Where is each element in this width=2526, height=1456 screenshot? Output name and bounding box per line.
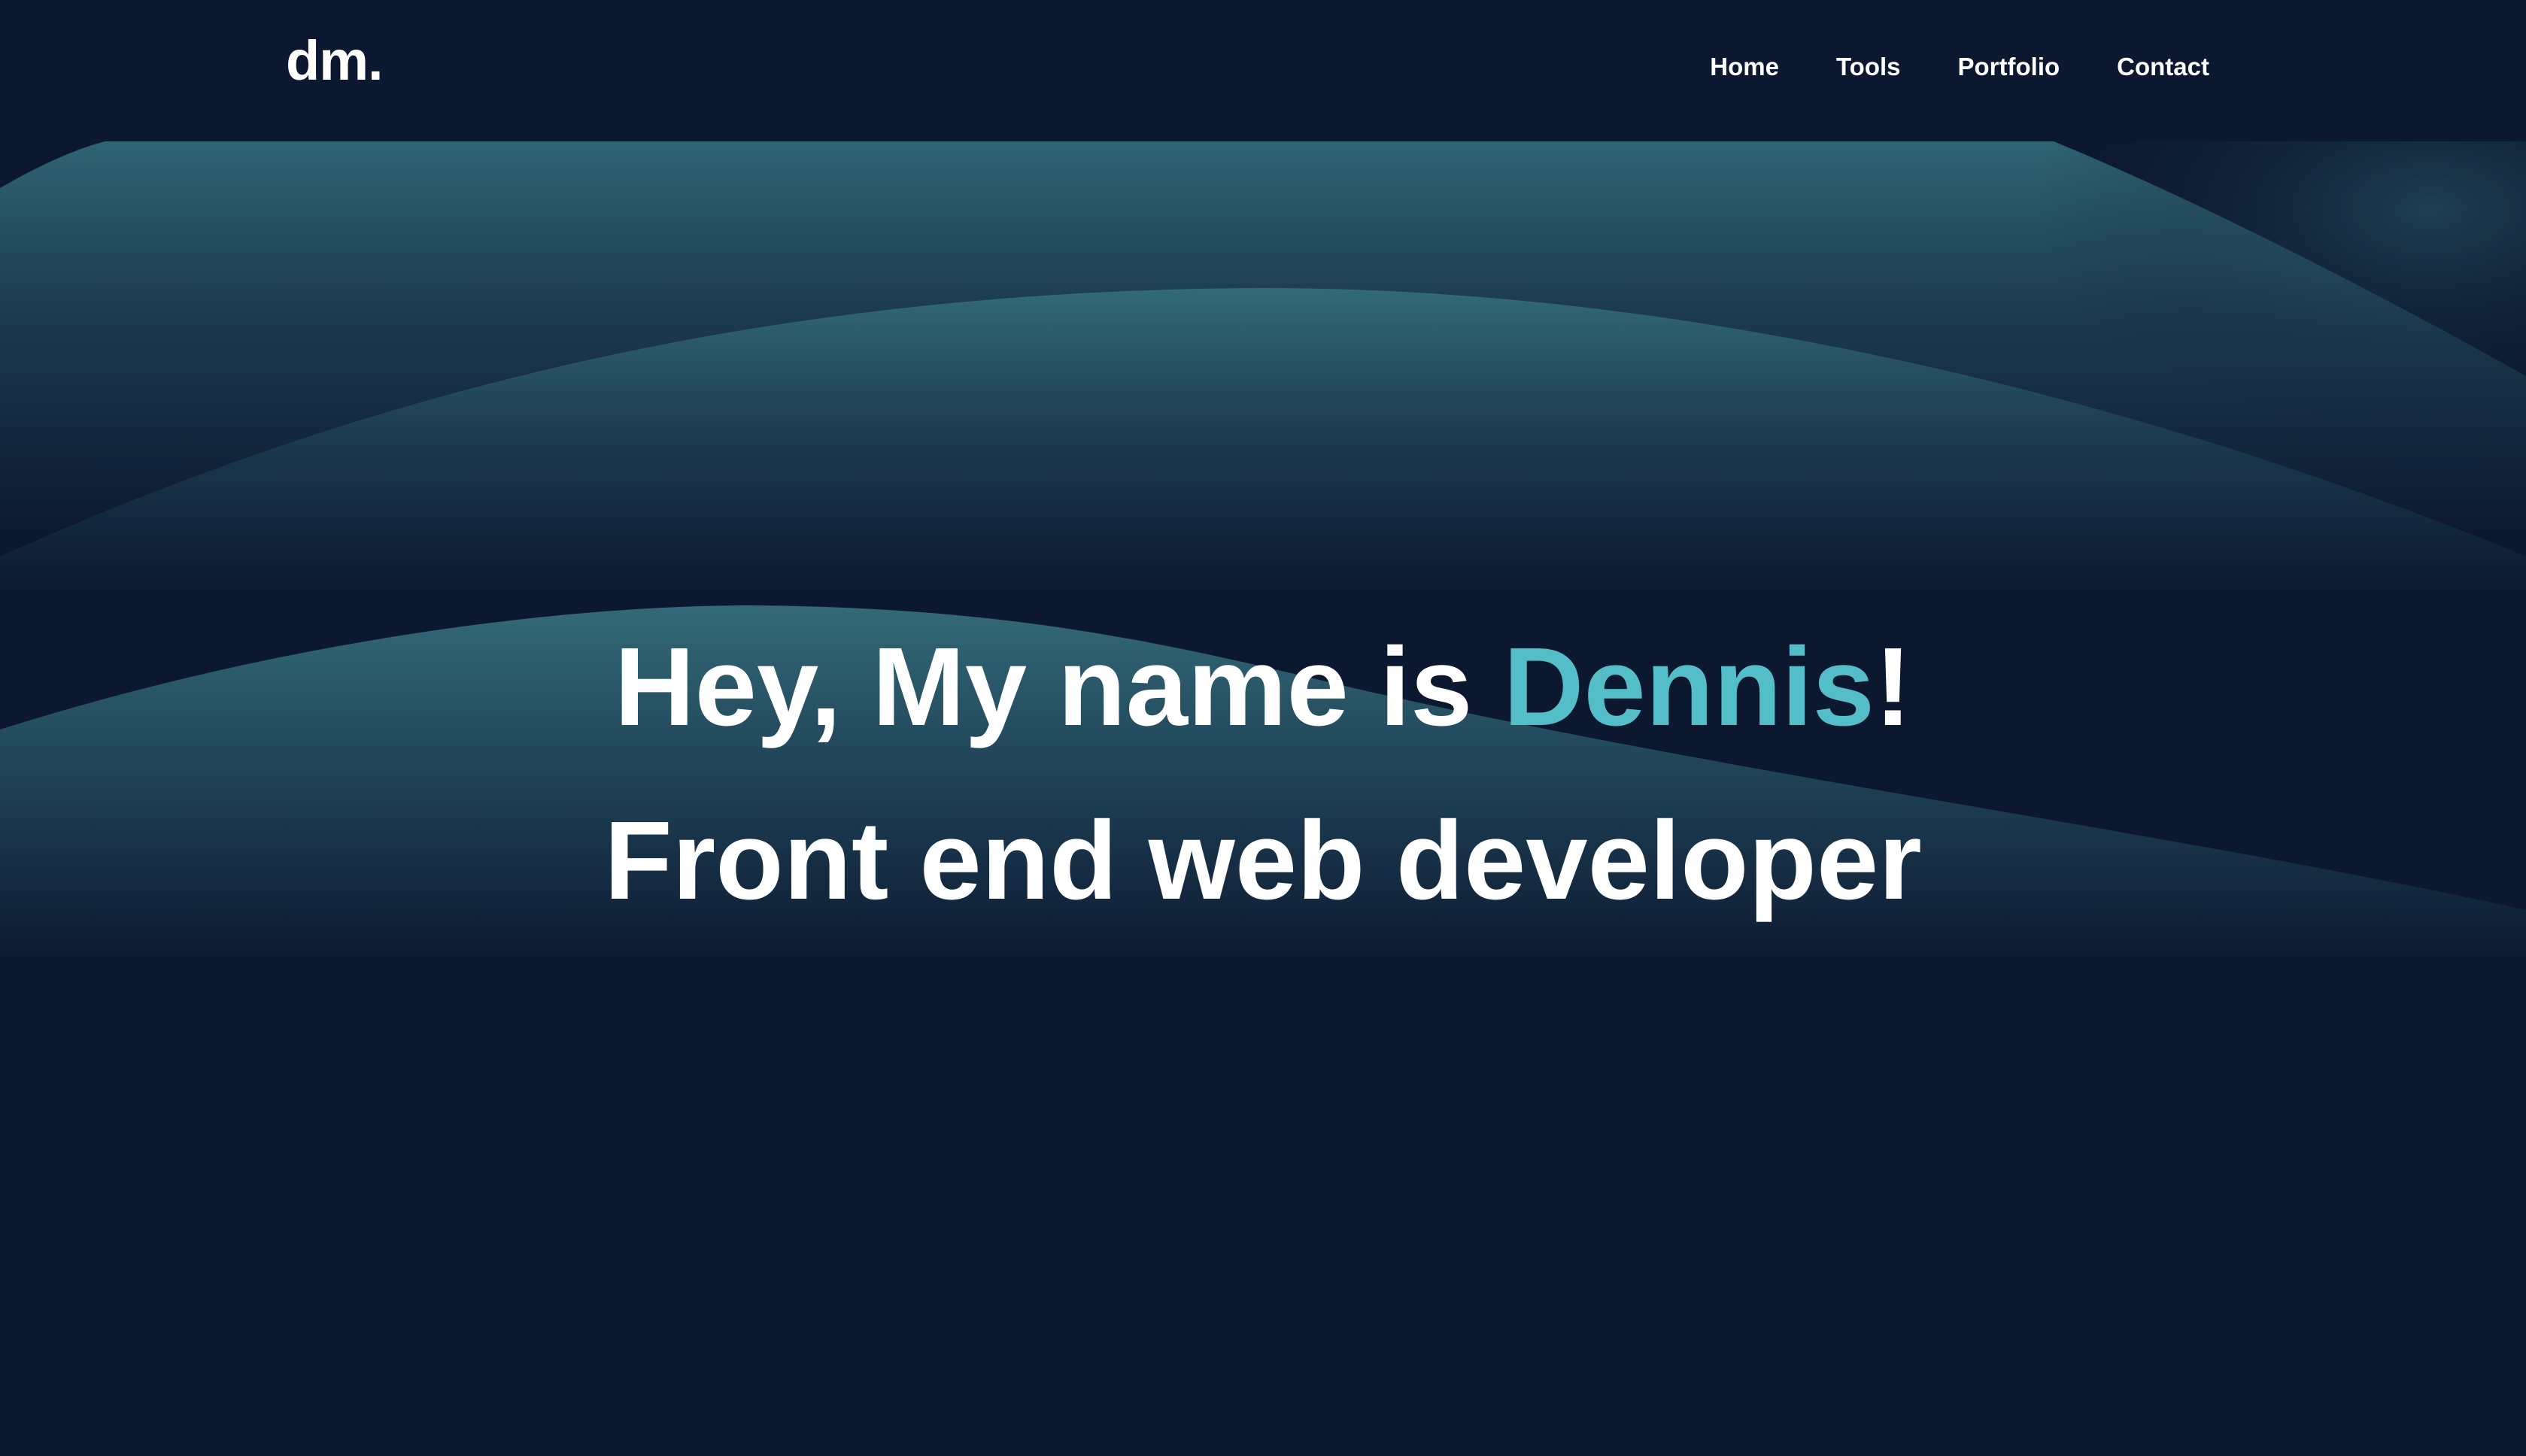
portfolio-page: dm. Home Tools Portfolio Contact Hey, My… — [0, 0, 2526, 1456]
site-logo[interactable]: dm. — [286, 33, 384, 89]
hero-subtitle: Front end web developer — [604, 799, 1922, 923]
hero-name: Dennis — [1503, 625, 1875, 749]
nav-link-home[interactable]: Home — [1710, 54, 1779, 79]
main-nav: Home Tools Portfolio Contact — [1710, 54, 2209, 79]
nav-link-tools[interactable]: Tools — [1836, 54, 1901, 79]
nav-link-portfolio[interactable]: Portfolio — [1958, 54, 2060, 79]
hero-section: Hey, My name is Dennis! Front end web de… — [0, 632, 2526, 917]
nav-link-contact[interactable]: Contact — [2117, 54, 2209, 79]
top-navbar: dm. Home Tools Portfolio Contact — [0, 0, 2526, 141]
greeting-suffix: ! — [1874, 625, 1912, 749]
hero-greeting: Hey, My name is Dennis! — [0, 632, 2526, 743]
greeting-prefix: Hey, My name is — [614, 625, 1504, 749]
